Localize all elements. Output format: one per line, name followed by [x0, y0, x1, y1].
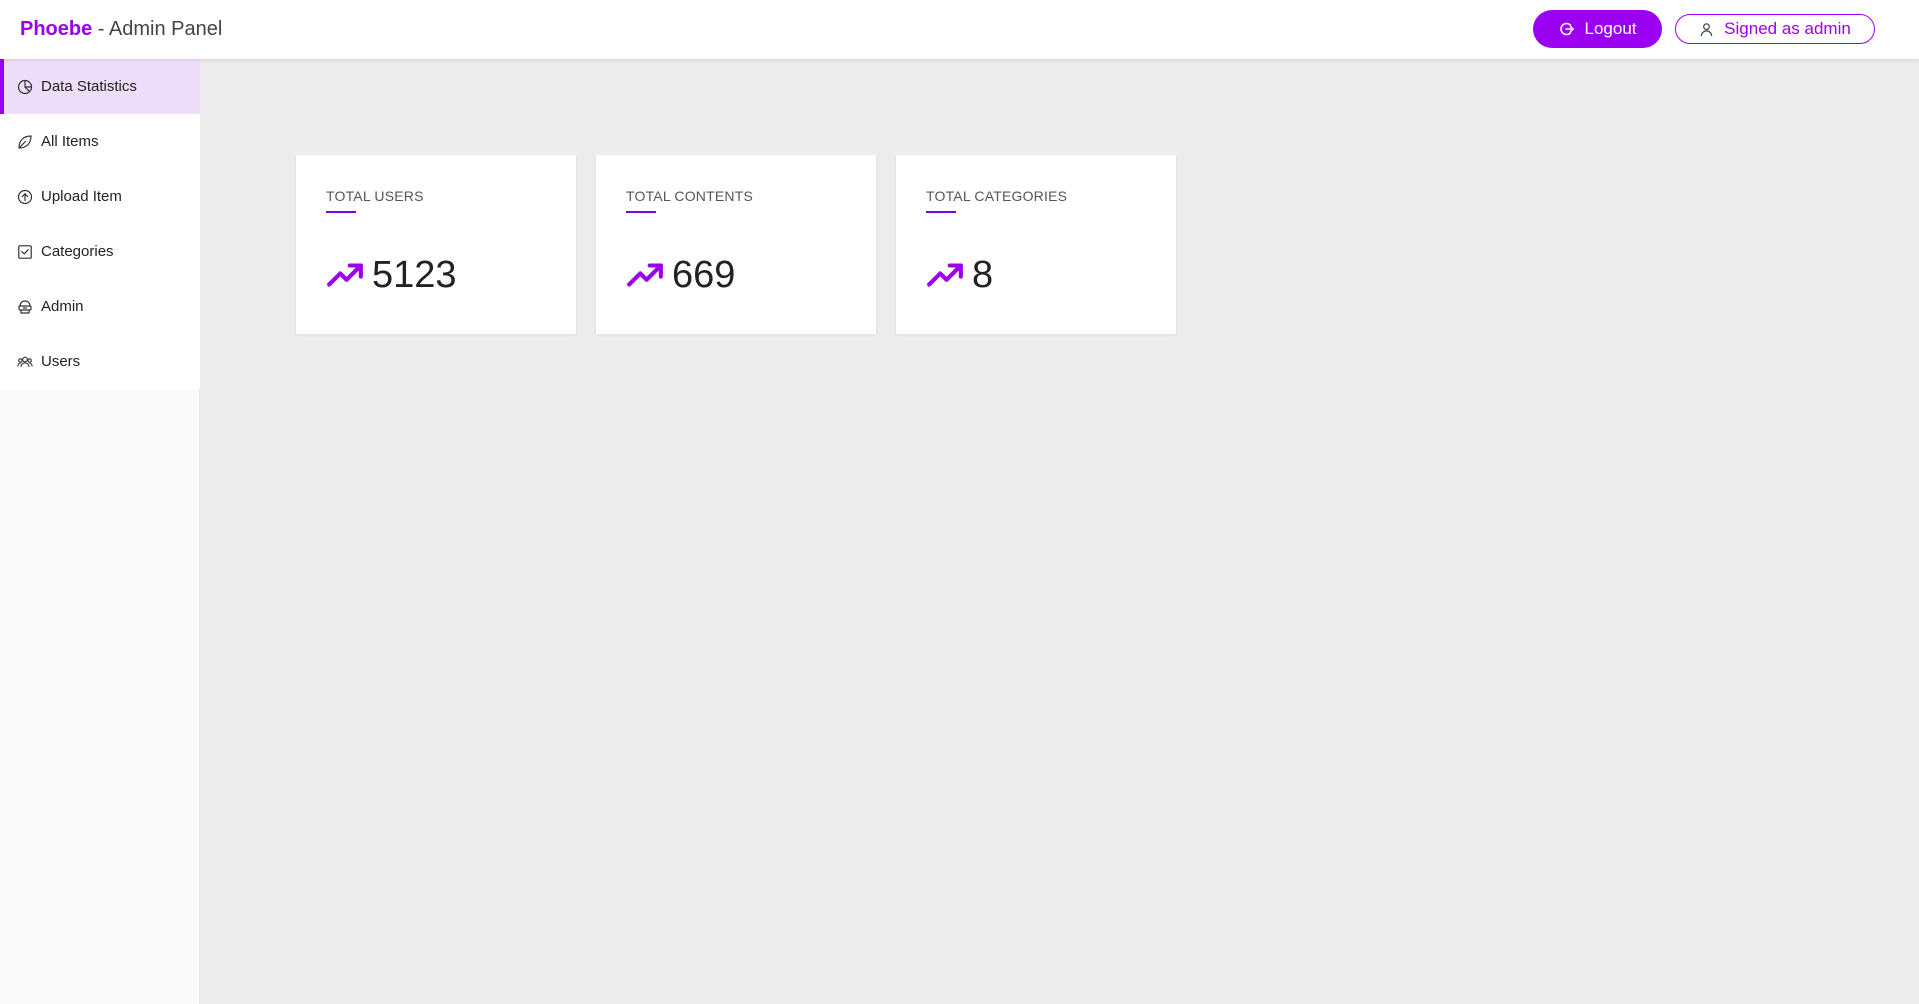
sidebar-item-all-items[interactable]: All Items	[0, 114, 200, 169]
checkbox-icon	[17, 244, 33, 260]
sidebar-item-users[interactable]: Users	[0, 334, 200, 389]
top-header: Phoebe - Admin Panel Logout Signed as ad…	[0, 0, 1919, 59]
stat-card-value-row: 5123	[326, 253, 457, 297]
stat-card-value: 669	[672, 254, 736, 296]
sidebar-item-label: Upload Item	[41, 188, 122, 205]
stat-card-total-users: TOTAL USERS 5123	[296, 155, 576, 334]
signed-label: Signed as admin	[1724, 19, 1851, 38]
stat-card-value: 8	[972, 254, 994, 296]
sidebar-item-label: Admin	[41, 298, 84, 315]
users-icon	[17, 354, 33, 370]
sidebar-item-label: Data Statistics	[41, 78, 137, 95]
stat-card-underline	[326, 211, 356, 213]
signed-in-user-button[interactable]: Signed as admin	[1675, 14, 1875, 44]
brand: Phoebe - Admin Panel	[20, 17, 222, 41]
stat-card-title: TOTAL CATEGORIES	[926, 188, 1068, 204]
leaf-icon	[17, 134, 33, 150]
stat-card-underline	[926, 211, 956, 213]
stat-card-underline	[626, 211, 656, 213]
trending-up-icon	[326, 256, 364, 294]
sidebar-item-admin[interactable]: Admin	[0, 279, 200, 334]
brand-separator: -	[92, 18, 109, 40]
sidebar-item-label: Users	[41, 353, 81, 370]
stat-card-value-row: 8	[926, 253, 993, 297]
logout-label: Logout	[1584, 19, 1637, 38]
user-icon	[1699, 22, 1714, 37]
trending-up-icon	[626, 256, 664, 294]
admin-icon	[17, 299, 33, 315]
stat-card-title: TOTAL CONTENTS	[626, 188, 753, 204]
logout-button[interactable]: Logout	[1533, 10, 1662, 48]
brand-subtitle: Admin Panel	[108, 18, 223, 40]
sidebar-item-categories[interactable]: Categories	[0, 224, 200, 279]
sidebar-item-data-statistics[interactable]: Data Statistics	[0, 59, 200, 114]
stat-card-value-row: 669	[626, 253, 735, 297]
logout-icon	[1559, 21, 1575, 37]
sidebar-item-label: All Items	[41, 133, 99, 150]
stat-card-total-categories: TOTAL CATEGORIES 8	[896, 155, 1176, 334]
stat-card-title: TOTAL USERS	[326, 188, 424, 204]
sidebar: Data Statistics All Items Upload Item Ca…	[0, 59, 200, 389]
sidebar-item-label: Categories	[41, 243, 114, 260]
stat-card-total-contents: TOTAL CONTENTS 669	[596, 155, 876, 334]
pie-chart-icon	[17, 79, 33, 95]
brand-name: Phoebe	[20, 18, 93, 40]
upload-circle-icon	[17, 189, 33, 205]
sidebar-item-upload-item[interactable]: Upload Item	[0, 169, 200, 224]
stat-card-value: 5123	[372, 254, 457, 296]
trending-up-icon	[926, 256, 964, 294]
